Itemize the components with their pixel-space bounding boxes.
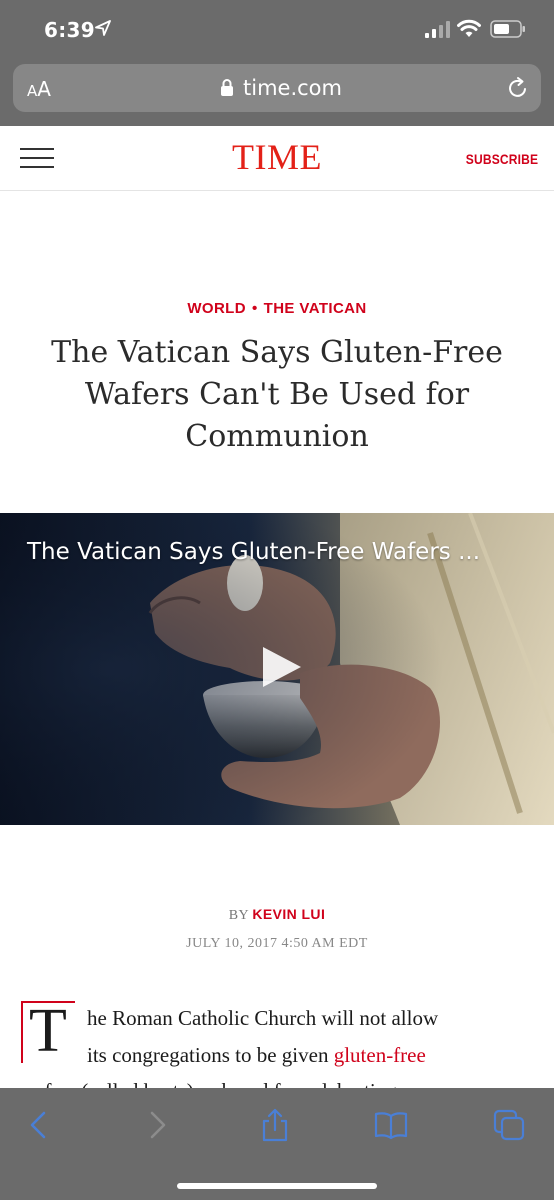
text-size-small-a: A (27, 82, 38, 100)
section-link-vatican[interactable]: THE VATICAN (264, 300, 367, 317)
article-headline: The Vatican Says Gluten-Free Wafers Can'… (51, 335, 503, 454)
bookmarks-icon[interactable] (374, 1108, 408, 1142)
location-arrow-icon (95, 20, 111, 36)
byline-prefix: BY (228, 908, 249, 923)
tabs-icon[interactable] (492, 1108, 526, 1142)
forward-icon[interactable] (140, 1108, 174, 1142)
browser-chrome-top: 6:39 AA time.com (0, 0, 554, 126)
body-text-line: its congregations to be given gluten-fre… (87, 1043, 426, 1068)
body-text-line: he Roman Catholic Church will not allow (87, 1006, 439, 1030)
author-link[interactable]: KEVIN LUI (252, 906, 325, 922)
site-header: TIME SUBSCRIBE (0, 126, 554, 191)
home-indicator[interactable] (177, 1183, 377, 1189)
section-separator: • (251, 300, 258, 317)
video-title: The Vatican Says Gluten-Free Wafers ... (27, 539, 481, 565)
status-time: 6:39 (44, 18, 95, 42)
body-text: its congregations to be given (87, 1043, 334, 1067)
back-icon[interactable] (22, 1108, 56, 1142)
url-text[interactable]: time.com (243, 76, 342, 100)
text-size-large-a: A (37, 77, 51, 101)
lock-icon (221, 79, 233, 96)
text-size-button[interactable]: AA (27, 77, 51, 101)
address-bar[interactable]: AA time.com (13, 64, 541, 112)
wifi-icon (457, 19, 481, 37)
status-bar: 6:39 (0, 0, 554, 60)
gluten-free-link[interactable]: gluten-free (334, 1043, 426, 1067)
battery-icon (490, 20, 525, 38)
cellular-signal-icon (425, 21, 450, 38)
section-tags: WORLD • THE VATICAN (0, 300, 554, 317)
subscribe-link[interactable]: SUBSCRIBE (466, 151, 538, 167)
drop-cap: T (29, 997, 67, 1065)
share-icon[interactable] (258, 1108, 292, 1142)
play-icon[interactable] (259, 645, 303, 689)
reload-icon[interactable] (506, 76, 530, 100)
byline: BY KEVIN LUI (0, 906, 554, 924)
publish-date: JULY 10, 2017 4:50 AM EDT (186, 936, 368, 951)
section-link-world[interactable]: WORLD (187, 300, 246, 317)
